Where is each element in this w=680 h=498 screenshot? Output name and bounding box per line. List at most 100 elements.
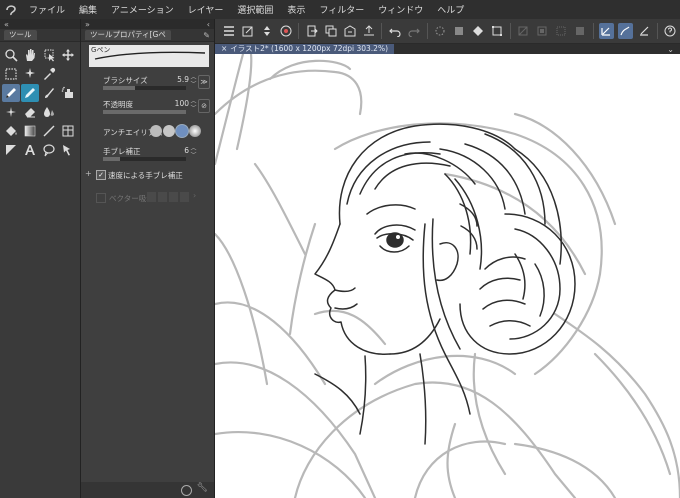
antialias-weak-option[interactable] <box>163 125 175 137</box>
export-icon[interactable] <box>361 23 376 39</box>
eraser-icon[interactable] <box>21 103 39 121</box>
command-bar <box>215 19 680 44</box>
snap-to-grid-icon[interactable] <box>637 23 652 39</box>
show-selection-icon[interactable] <box>554 23 569 39</box>
import-icon[interactable] <box>304 23 319 39</box>
vector-snap-option-4[interactable] <box>180 192 189 202</box>
collapse-icon[interactable]: » <box>85 20 90 29</box>
tab-tool[interactable]: ツール <box>4 30 37 40</box>
fill-icon[interactable] <box>2 122 20 140</box>
prop-footer: 🔧︎ <box>81 482 214 498</box>
brush-size-slider[interactable] <box>103 86 186 90</box>
antialias-strong-option[interactable] <box>189 125 201 137</box>
vector-snap-row: ベクター吸着 › <box>81 190 214 206</box>
vector-snap-option-3[interactable] <box>169 192 178 202</box>
drawing-canvas[interactable] <box>215 54 680 498</box>
antialias-medium-option[interactable] <box>176 125 188 137</box>
app-badge-icon[interactable] <box>278 23 293 39</box>
ruler-icon[interactable] <box>2 141 20 159</box>
menu-window[interactable]: ウィンドウ <box>371 3 430 16</box>
blend-icon[interactable] <box>40 103 58 121</box>
correct-line-icon[interactable] <box>59 141 77 159</box>
snap-to-ruler-icon[interactable] <box>598 23 614 39</box>
panel-collapse-strip[interactable]: « <box>0 19 80 29</box>
save-icon[interactable] <box>342 23 357 39</box>
operation-icon[interactable] <box>40 46 58 64</box>
opacity-lock-button[interactable]: ⊘ <box>198 99 210 113</box>
invert-selection-icon[interactable] <box>535 23 550 39</box>
document-tab[interactable]: × イラスト2* (1600 x 1200px 72dpi 303.2%) <box>215 44 394 54</box>
move-layer-icon[interactable] <box>59 46 77 64</box>
brush-icon[interactable] <box>40 84 58 102</box>
text-icon[interactable] <box>21 141 39 159</box>
tab-tool-property[interactable]: ツールプロパティ[Gペ <box>85 30 171 40</box>
vector-snap-checkbox[interactable] <box>96 193 106 203</box>
stabilization-spinner[interactable]: ︿ ﹀ <box>190 145 197 159</box>
eyedropper-icon[interactable] <box>40 65 58 83</box>
stabilization-value[interactable]: 6 <box>184 146 189 155</box>
redo-icon[interactable] <box>406 23 421 39</box>
settings-wrench-icon[interactable]: 🔧︎ <box>197 483 208 493</box>
collapse-icon[interactable]: « <box>4 20 9 29</box>
tab-overflow-chevron-icon[interactable]: ⌄ <box>667 45 674 54</box>
menu-help[interactable]: ヘルプ <box>430 3 471 16</box>
document-tab-close-icon[interactable]: × <box>221 44 227 53</box>
expand-plus-icon[interactable]: + <box>85 169 92 178</box>
brush-size-spinner[interactable]: ︿ ﹀ <box>190 74 197 88</box>
app-logo-icon[interactable] <box>0 0 22 19</box>
menu-file[interactable]: ファイル <box>22 3 72 16</box>
selection-icon[interactable] <box>2 65 20 83</box>
vector-snap-option-1[interactable] <box>147 192 156 202</box>
vector-snap-menu-icon[interactable]: › <box>193 191 196 200</box>
zoom-icon[interactable] <box>2 46 20 64</box>
loading-icon[interactable] <box>432 23 447 39</box>
menu-view[interactable]: 表示 <box>280 3 312 16</box>
tool-property-panel: » ‹ ツールプロパティ[Gペ ✎ Gペン ブラシサイズ 5.9 ︿ ﹀ ≫ 不透… <box>81 19 215 498</box>
figure-icon[interactable] <box>40 122 58 140</box>
speed-stabilization-checkbox[interactable]: ✓ <box>96 170 106 180</box>
undo-icon[interactable] <box>387 23 402 39</box>
blank-slot-2 <box>59 103 77 121</box>
tool-panel: « ツール <box>0 19 81 498</box>
balloon-icon[interactable] <box>40 141 58 159</box>
menu-filter[interactable]: フィルター <box>312 3 371 16</box>
antialias-none-option[interactable] <box>150 125 162 137</box>
auto-select-icon[interactable] <box>21 65 39 83</box>
fill-selection-icon[interactable] <box>471 23 486 39</box>
opacity-slider[interactable] <box>103 110 186 114</box>
crop-icon[interactable] <box>573 23 588 39</box>
opacity-spinner[interactable]: ︿ ﹀ <box>190 98 197 112</box>
brush-size-menu-button[interactable]: ≫ <box>198 75 210 89</box>
transform-icon[interactable] <box>490 23 505 39</box>
tool-tab-row: ツール <box>0 29 80 42</box>
vector-snap-option-2[interactable] <box>158 192 167 202</box>
menu-layer[interactable]: レイヤー <box>181 3 231 16</box>
deselect-icon[interactable] <box>516 23 531 39</box>
blank-slot <box>59 65 77 83</box>
frame-border-icon[interactable] <box>59 122 77 140</box>
reset-icon[interactable] <box>181 485 192 496</box>
new-canvas-icon[interactable] <box>240 23 255 39</box>
brush-size-value[interactable]: 5.9 <box>177 75 189 84</box>
clear-icon[interactable] <box>452 23 467 39</box>
menu-edit[interactable]: 編集 <box>72 3 104 16</box>
help-icon[interactable] <box>663 23 678 39</box>
menu-selection[interactable]: 選択範囲 <box>230 3 280 16</box>
expand-icon[interactable]: ‹ <box>207 20 210 29</box>
pen-icon[interactable] <box>2 84 20 102</box>
opacity-row: 不透明度 100 ︿ ﹀ ⊘ <box>81 97 214 121</box>
snap-to-special-ruler-icon[interactable] <box>617 23 633 39</box>
brush-tab-icon[interactable]: ✎ <box>203 31 210 40</box>
copy-icon[interactable] <box>323 23 338 39</box>
prop-collapse-strip[interactable]: » ‹ <box>81 19 214 29</box>
decoration-icon[interactable] <box>2 103 20 121</box>
stepper-icon[interactable] <box>259 23 274 39</box>
menu-animation[interactable]: アニメーション <box>104 3 181 16</box>
pencil-icon[interactable] <box>21 84 39 102</box>
opacity-value[interactable]: 100 <box>175 99 189 108</box>
stabilization-slider[interactable] <box>103 157 186 161</box>
gradient-icon[interactable] <box>21 122 39 140</box>
hamburger-menu-icon[interactable] <box>221 23 236 39</box>
hand-icon[interactable] <box>21 46 39 64</box>
airbrush-icon[interactable] <box>59 84 77 102</box>
